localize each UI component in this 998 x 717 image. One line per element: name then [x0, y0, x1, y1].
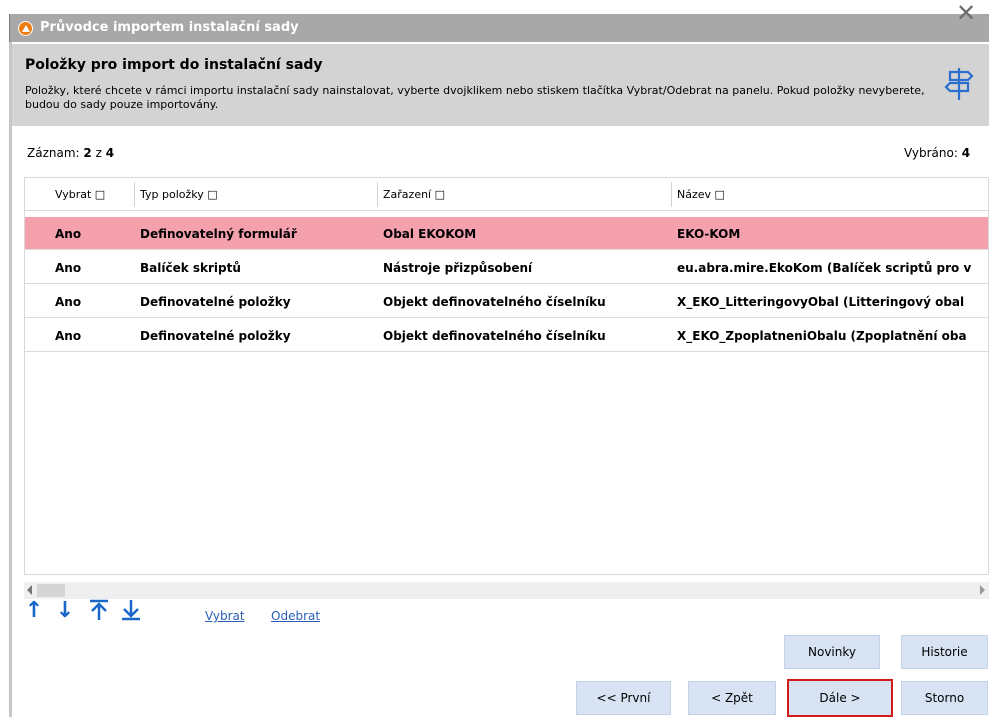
record-current: 2 [83, 146, 92, 160]
column-header-category[interactable]: Zařazení □ [383, 188, 445, 201]
column-header-select[interactable]: Vybrat □ [55, 188, 105, 201]
first-button[interactable]: << První [576, 681, 671, 715]
grid-header: Vybrat □ Typ položky □ Zařazení □ Název … [25, 178, 988, 211]
cell-type: Definovatelné položky [140, 295, 291, 309]
cell-type: Definovatelné položky [140, 329, 291, 343]
signpost-icon [944, 68, 974, 100]
page-title: Položky pro import do instalační sady [25, 57, 323, 73]
column-header-type[interactable]: Typ položky □ [140, 188, 218, 201]
cell-category: Objekt definovatelného číselníku [383, 329, 606, 343]
items-grid: Vybrat □ Typ položky □ Zařazení □ Název … [24, 177, 989, 575]
cell-type: Balíček skriptů [140, 261, 241, 275]
window-title: Průvodce importem instalační sady [40, 20, 299, 35]
scroll-right-icon[interactable] [980, 585, 985, 595]
title-bar-background: Průvodce importem instalační sady [9, 14, 989, 42]
cancel-button[interactable]: Storno [901, 681, 988, 715]
title-bar: Průvodce importem instalační sady ✕ [0, 0, 998, 44]
move-down-icon[interactable]: ↓ [54, 598, 76, 626]
column-separator[interactable] [377, 182, 378, 207]
cell-category: Nástroje přizpůsobení [383, 261, 533, 275]
cell-select: Ano [55, 227, 82, 241]
record-of: z [95, 146, 102, 160]
cell-select: Ano [55, 261, 82, 275]
news-button[interactable]: Novinky [784, 635, 880, 669]
move-to-top-icon[interactable] [88, 598, 110, 626]
table-row[interactable]: Ano Definovatelné položky Objekt definov… [25, 285, 988, 318]
column-separator[interactable] [134, 182, 135, 207]
record-label: Záznam: [27, 146, 80, 160]
cell-select: Ano [55, 295, 82, 309]
record-counter: Záznam: 2 z 4 [27, 146, 114, 160]
next-button[interactable]: Dále > [787, 679, 893, 717]
cell-name: EKO-KOM [677, 227, 741, 241]
cell-name: X_EKO_ZpoplatneniObalu (Zpoplatnění oba [677, 329, 967, 343]
horizontal-scrollbar[interactable] [24, 582, 989, 599]
table-row[interactable]: Ano Balíček skriptů Nástroje přizpůsoben… [25, 251, 988, 284]
window-left-border [9, 42, 12, 717]
move-up-icon[interactable]: ↑ [23, 598, 45, 626]
cell-type: Definovatelný formulář [140, 227, 297, 241]
cell-category: Objekt definovatelného číselníku [383, 295, 606, 309]
close-icon[interactable]: ✕ [956, 1, 976, 25]
history-button[interactable]: Historie [901, 635, 988, 669]
selected-value: 4 [961, 146, 971, 160]
table-row[interactable]: Ano Definovatelné položky Objekt definov… [25, 319, 988, 352]
cell-name: eu.abra.mire.EkoKom (Balíček scriptů pro… [677, 261, 972, 275]
record-total: 4 [105, 146, 115, 160]
cell-category: Obal EKOKOM [383, 227, 477, 241]
select-link[interactable]: Vybrat [205, 609, 245, 623]
remove-link[interactable]: Odebrat [271, 609, 320, 623]
wizard-header: Položky pro import do instalační sady Po… [12, 44, 989, 126]
selected-label: Vybráno: [904, 146, 958, 160]
cell-select: Ano [55, 329, 82, 343]
column-separator[interactable] [671, 182, 672, 207]
selected-counter: Vybráno: 4 [904, 146, 970, 160]
table-row[interactable]: Ano Definovatelný formulář Obal EKOKOM E… [25, 217, 988, 250]
back-button[interactable]: < Zpět [688, 681, 776, 715]
scrollbar-thumb[interactable] [37, 584, 65, 597]
column-header-name[interactable]: Název □ [677, 188, 725, 201]
scroll-left-icon[interactable] [27, 585, 32, 595]
page-description: Položky, které chcete v rámci importu in… [25, 84, 925, 111]
cell-name: X_EKO_LitteringovyObal (Litteringový oba… [677, 295, 965, 309]
app-logo-icon [18, 21, 33, 36]
move-to-bottom-icon[interactable] [120, 598, 142, 626]
